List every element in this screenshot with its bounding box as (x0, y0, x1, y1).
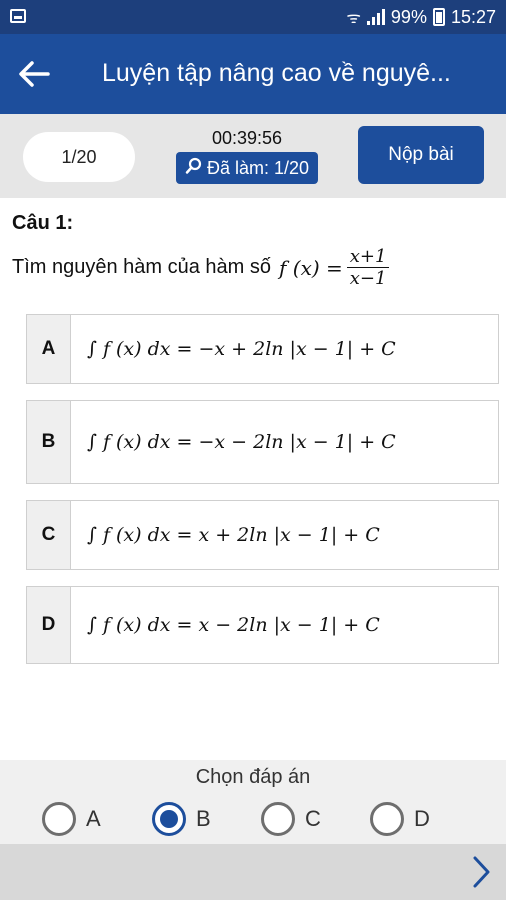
radio-choice-b[interactable]: B (152, 802, 211, 836)
formula-fraction: x+1 x−1 (346, 246, 390, 289)
search-icon (185, 157, 203, 180)
timer: 00:39:56 (211, 128, 283, 148)
battery-percent: 99% (390, 6, 427, 27)
option-letter: C (27, 501, 71, 569)
formula-lhs: f (x) = (279, 255, 343, 280)
radio-label: C (305, 806, 321, 831)
page-title: Luyện tập nâng cao về nguyê... (102, 59, 451, 87)
option-formula: ∫ f (x) dx = x − 2ln |x − 1| + C (87, 614, 380, 636)
question-progress: 1/20 (23, 132, 135, 182)
arrow-left-icon[interactable] (14, 54, 54, 94)
formula-denominator: x−1 (349, 268, 387, 289)
formula-numerator: x+1 (346, 246, 390, 268)
answer-title: Chọn đáp án (195, 766, 311, 788)
battery-icon (432, 8, 445, 26)
radio-choice-d[interactable]: D (370, 802, 430, 836)
signal-icon (366, 9, 385, 25)
option-c[interactable]: C ∫ f (x) dx = x + 2ln |x − 1| + C (26, 500, 499, 570)
radio-button-selected[interactable] (152, 802, 186, 836)
radio-choice-a[interactable]: A (42, 802, 101, 836)
radio-label: D (414, 806, 430, 831)
done-count-label: Đã làm: 1/20 (206, 157, 310, 178)
question-number: Câu 1: (12, 212, 74, 234)
bottom-navigation (0, 844, 506, 900)
gallery-notification-icon (10, 9, 26, 23)
answer-selector: Chọn đáp án A B C D (0, 760, 506, 844)
question-text: Tìm nguyên hàm của hàm số (12, 256, 272, 278)
option-formula: ∫ f (x) dx = −x − 2ln |x − 1| + C (87, 431, 396, 453)
option-letter: B (27, 401, 71, 483)
submit-button[interactable]: Nộp bài (358, 126, 484, 184)
option-d[interactable]: D ∫ f (x) dx = x − 2ln |x − 1| + C (26, 586, 499, 664)
app-bar: Luyện tập nâng cao về nguyê... (0, 34, 506, 114)
option-formula: ∫ f (x) dx = x + 2ln |x − 1| + C (87, 524, 380, 546)
option-letter: A (27, 315, 71, 383)
radio-choice-c[interactable]: C (261, 802, 321, 836)
option-a[interactable]: A ∫ f (x) dx = −x + 2ln |x − 1| + C (26, 314, 499, 384)
option-b[interactable]: B ∫ f (x) dx = −x − 2ln |x − 1| + C (26, 400, 499, 484)
radio-button[interactable] (261, 802, 295, 836)
done-count-button[interactable]: Đã làm: 1/20 (176, 152, 318, 184)
option-formula: ∫ f (x) dx = −x + 2ln |x − 1| + C (87, 338, 396, 360)
radio-button[interactable] (42, 802, 76, 836)
radio-label: A (86, 806, 101, 831)
status-right: ᯤ 99% 15:27 (346, 6, 496, 28)
radio-label: B (196, 806, 211, 831)
wifi-icon: ᯤ (346, 10, 361, 27)
status-time: 15:27 (450, 6, 496, 27)
chevron-right-icon[interactable] (466, 852, 496, 892)
status-bar: ᯤ 99% 15:27 (0, 0, 506, 34)
info-bar: 1/20 00:39:56 Đã làm: 1/20 Nộp bài (0, 114, 506, 198)
radio-button[interactable] (370, 802, 404, 836)
question-prompt: Tìm nguyên hàm của hàm số f (x) = x+1 x−… (12, 246, 390, 289)
option-letter: D (27, 587, 71, 663)
